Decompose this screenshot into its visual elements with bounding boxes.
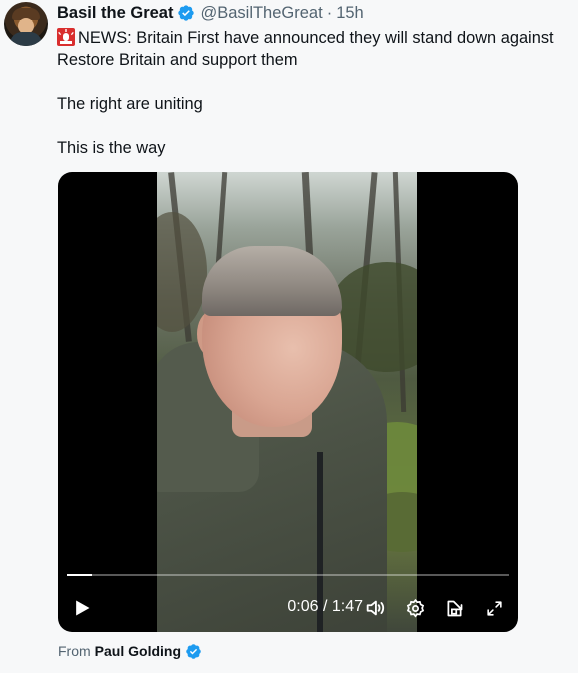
video-player[interactable]: 0:06 / 1:47 (58, 172, 518, 632)
play-icon[interactable] (70, 596, 94, 620)
dock-icon[interactable] (442, 596, 466, 620)
author-avatar[interactable] (4, 2, 48, 46)
current-time: 0:06 (287, 598, 319, 615)
timestamp[interactable]: 15h (336, 4, 364, 23)
progress-track[interactable] (67, 574, 509, 576)
tweet-paragraph-3: This is the way (57, 139, 166, 157)
attribution-prefix: From (58, 643, 91, 659)
tweet-paragraph-1: NEWS: Britain First have announced they … (57, 27, 575, 71)
author-name[interactable]: Basil the Great (57, 4, 173, 23)
verified-badge-icon (185, 643, 202, 660)
tweet-paragraph-2: The right are uniting (57, 95, 203, 113)
video-frame[interactable] (157, 172, 417, 632)
video-timecode: 0:06 / 1:47 (268, 598, 363, 616)
verified-badge-icon (177, 4, 195, 22)
settings-icon[interactable] (403, 596, 427, 620)
separator-dot: · (326, 3, 333, 22)
volume-icon[interactable] (363, 596, 387, 620)
police-light-icon (57, 28, 75, 46)
time-separator: / (322, 598, 328, 615)
progress-fill (67, 574, 92, 576)
author-handle[interactable]: @BasilTheGreat (200, 4, 322, 23)
tweet-header: Basil the Great @BasilTheGreat · 15h (57, 3, 364, 23)
fullscreen-icon[interactable] (482, 596, 506, 620)
duration: 1:47 (331, 598, 363, 615)
attribution-name[interactable]: Paul Golding (95, 643, 181, 659)
tweet-text-line-1: NEWS: Britain First have announced they … (57, 29, 554, 69)
video-attribution: From Paul Golding (58, 642, 202, 660)
tweet-text: NEWS: Britain First have announced they … (57, 27, 575, 159)
tweet[interactable]: Basil the Great @BasilTheGreat · 15h NEW… (0, 0, 578, 673)
